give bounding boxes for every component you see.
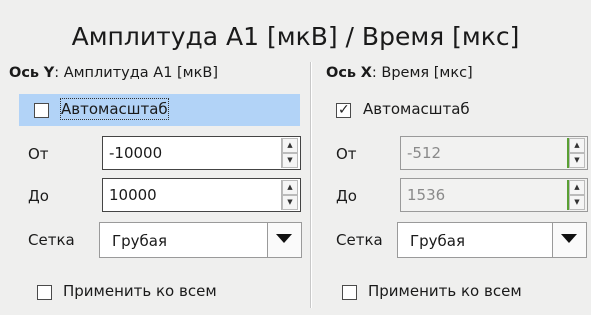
x-axis-heading-desc: : Время [мкс] — [371, 65, 473, 81]
y-to-spinbox[interactable]: 10000 ▲ ▼ — [102, 178, 301, 212]
arrow-up-icon: ▲ — [569, 138, 585, 153]
y-from-spin-buttons: ▲ ▼ — [281, 138, 298, 168]
x-apply-all-checkbox[interactable] — [342, 285, 357, 300]
arrow-up-icon[interactable]: ▲ — [282, 180, 298, 195]
x-from-spin-buttons: ▲ ▼ — [567, 138, 585, 168]
x-autoscale-checkbox[interactable] — [336, 101, 351, 119]
x-from-value: -512 — [407, 144, 442, 162]
x-grid-dropdown-button[interactable] — [552, 223, 586, 257]
x-axis-heading-axis: X — [360, 65, 372, 81]
y-grid-dropdown-button[interactable] — [267, 223, 301, 257]
x-autoscale-label[interactable]: Автомасштаб — [363, 99, 470, 119]
y-to-label: До — [28, 187, 49, 205]
x-axis-heading-prefix: Ось — [326, 65, 357, 81]
y-apply-all-label[interactable]: Применить ко всем — [63, 281, 217, 301]
x-to-value: 1536 — [407, 186, 446, 204]
x-grid-label: Сетка — [336, 231, 383, 249]
x-from-spinbox: -512 ▲ ▼ — [400, 136, 588, 170]
y-autoscale-checkbox[interactable] — [34, 103, 49, 118]
y-to-value[interactable]: 10000 — [109, 186, 157, 204]
y-axis-panel: Ось Y: Амплитуда А1 [мкВ] Автомасштаб От… — [0, 62, 308, 312]
arrow-down-icon: ▼ — [569, 195, 585, 210]
triangle-down-icon — [276, 234, 292, 243]
arrow-up-icon: ▲ — [569, 180, 585, 195]
y-axis-heading-desc: : Амплитуда А1 [мкВ] — [54, 65, 218, 81]
triangle-down-icon — [561, 234, 577, 243]
y-autoscale-row[interactable]: Автомасштаб — [19, 94, 300, 126]
y-from-value[interactable]: -10000 — [109, 144, 162, 162]
y-to-spin-buttons: ▲ ▼ — [281, 180, 298, 210]
y-axis-heading: Ось Y: Амплитуда А1 [мкВ] — [9, 62, 218, 84]
dialog-title: Амплитуда А1 [мкВ] / Время [мкс] — [71, 22, 520, 51]
x-to-spin-buttons: ▲ ▼ — [567, 180, 585, 210]
arrow-down-icon: ▼ — [569, 153, 585, 168]
y-apply-all-checkbox[interactable] — [37, 285, 52, 300]
arrow-down-icon[interactable]: ▼ — [282, 195, 298, 210]
arrow-down-icon[interactable]: ▼ — [282, 153, 298, 168]
x-axis-panel: Ось X: Время [мкс] Автомасштаб От -512 ▲… — [318, 62, 591, 312]
panel-divider — [310, 62, 312, 308]
arrow-up-icon[interactable]: ▲ — [282, 138, 298, 153]
y-from-label: От — [28, 145, 49, 163]
x-axis-heading: Ось X: Время [мкс] — [326, 62, 473, 84]
y-autoscale-label[interactable]: Автомасштаб — [60, 98, 169, 120]
x-from-label: От — [336, 145, 357, 163]
x-grid-combobox[interactable]: Грубая — [397, 222, 587, 258]
y-from-spinbox[interactable]: -10000 ▲ ▼ — [102, 136, 301, 170]
y-grid-label: Сетка — [28, 231, 75, 249]
x-apply-all-label[interactable]: Применить ко всем — [368, 281, 522, 301]
y-axis-heading-axis: Y — [43, 65, 55, 81]
y-axis-heading-prefix: Ось — [9, 65, 40, 81]
y-grid-combobox[interactable]: Грубая — [99, 222, 302, 258]
x-to-label: До — [336, 187, 357, 205]
y-grid-value: Грубая — [112, 232, 168, 250]
x-grid-value: Грубая — [410, 232, 466, 250]
x-to-spinbox: 1536 ▲ ▼ — [400, 178, 588, 212]
